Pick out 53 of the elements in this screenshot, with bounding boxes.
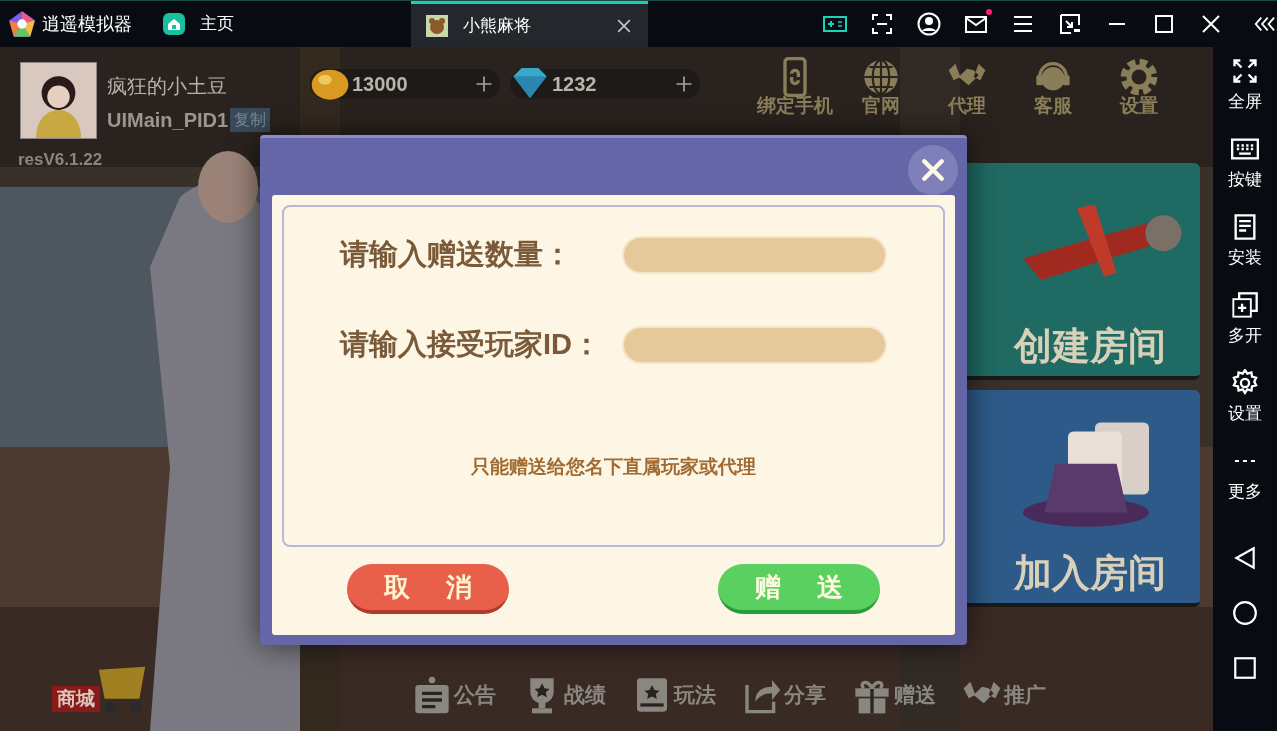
menu-button[interactable]: 玩法 — [632, 675, 716, 715]
cancel-button[interactable]: 取消 — [347, 564, 509, 614]
globe-icon — [861, 57, 901, 97]
menu-button[interactable]: 客服 — [1010, 57, 1096, 117]
resize-icon[interactable] — [1058, 12, 1082, 36]
shop-label[interactable]: 商城 — [52, 685, 100, 712]
input-field[interactable] — [622, 236, 887, 274]
menu-button[interactable]: 绑定手机 — [752, 57, 838, 117]
field-label: 请输入接受玩家ID： — [340, 327, 601, 363]
settings-icon — [1231, 369, 1259, 397]
sidebar-button[interactable]: 多开 — [1228, 291, 1262, 369]
back-icon[interactable] — [1232, 545, 1258, 571]
app-icon — [425, 13, 449, 38]
menu-button[interactable]: 公告 — [412, 675, 496, 715]
sidebar-button[interactable]: 全屏 — [1228, 57, 1262, 135]
user-icon[interactable] — [917, 12, 941, 36]
plus-icon[interactable] — [674, 74, 694, 94]
notice-text: 只能赠送给您名下直属玩家或代理 — [470, 455, 757, 479]
home-icon — [162, 12, 186, 36]
brand-name: 逍遥模拟器 — [42, 12, 132, 36]
home-icon[interactable] — [1232, 600, 1258, 626]
scan-icon[interactable] — [870, 12, 894, 36]
more-icon — [1233, 459, 1257, 463]
menu-button[interactable]: 分享 — [742, 675, 826, 715]
menu-button[interactable]: 赠送 — [852, 675, 936, 715]
menu-button[interactable]: 战绩 — [522, 675, 606, 715]
sidebar-button[interactable]: 按键 — [1228, 135, 1262, 213]
fullscreen-icon — [1231, 57, 1259, 85]
logo-icon — [8, 10, 36, 38]
field-label: 请输入赠送数量： — [340, 237, 572, 273]
menu-button[interactable]: 代理 — [924, 57, 1010, 117]
menu-button[interactable]: 推广 — [962, 675, 1046, 715]
windows-icon — [1231, 291, 1259, 319]
gear-icon — [1119, 57, 1159, 97]
sidebar-button[interactable]: 安装 — [1228, 213, 1262, 291]
player-name: 疯狂的小土豆 — [107, 74, 227, 99]
recent-apps-icon[interactable] — [1232, 655, 1258, 681]
sidebar-button[interactable]: 设置 — [1228, 369, 1262, 447]
tab[interactable]: 小熊麻将 — [411, 0, 648, 48]
version-label: resV6.1.22 — [18, 149, 103, 171]
input-field[interactable] — [622, 326, 887, 364]
menu-button[interactable]: 官网 — [838, 57, 924, 117]
tab[interactable]: 主页 — [162, 0, 234, 48]
player-id: UIMain_PID1 — [107, 108, 229, 133]
close-button[interactable] — [908, 145, 958, 195]
clipboard-icon — [412, 675, 452, 715]
currency-amount: 13000 — [352, 72, 408, 97]
sidebar-button[interactable]: 更多 — [1228, 447, 1262, 525]
currency-amount: 1232 — [552, 72, 597, 97]
copy-button[interactable]: 复制 — [230, 108, 271, 132]
plus-icon[interactable] — [474, 74, 494, 94]
maximize-icon[interactable] — [1152, 12, 1176, 36]
menu-button[interactable]: 设置 — [1096, 57, 1182, 117]
